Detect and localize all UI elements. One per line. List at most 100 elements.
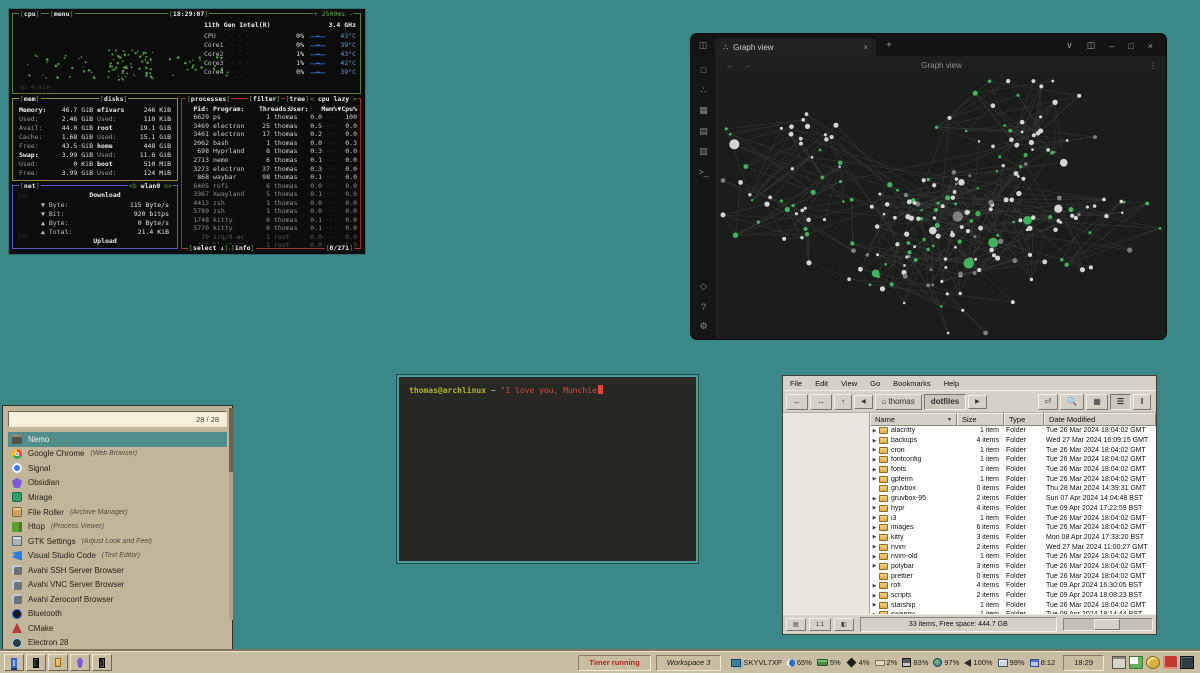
file-row[interactable]: ▶starship1 itemFolderTue 26 Mar 2024 18:… (870, 600, 1156, 610)
btop-tree-button[interactable]: tree (285, 95, 311, 103)
kitty-terminal-window[interactable]: thomas@archlinux ~ "I love you, Munchie (397, 375, 698, 563)
process-row[interactable]: 6405rofi6thomas0.0····0.0 (185, 181, 357, 190)
timer-status[interactable]: Timer running (578, 655, 650, 671)
side-pane-toggle-button[interactable]: ▤ (786, 618, 806, 631)
launcher-item-signal[interactable]: Signal (8, 461, 227, 476)
column-header-size[interactable]: Size (957, 413, 1004, 426)
clock[interactable]: 18:29 (1063, 655, 1104, 671)
file-row[interactable]: ▶cron1 itemFolderTue 26 Mar 2024 18:04:0… (870, 445, 1156, 455)
minimize-icon[interactable]: – (1109, 41, 1114, 51)
right-sidebar-toggle-icon[interactable]: ◫ (1087, 40, 1096, 51)
launcher-scrollbar[interactable] (229, 408, 233, 620)
quicklaunch-obsidian-button[interactable] (70, 654, 90, 671)
btop-interval-control[interactable]: + 2500ms - (313, 10, 354, 18)
btop-filter-button[interactable]: filter (248, 95, 281, 103)
path-home-button[interactable]: ⌂thomas (875, 394, 922, 410)
process-row[interactable]: 2062bash1thomas0.0····0.3 (185, 139, 357, 148)
quicklaunch-kitty-button[interactable] (92, 654, 112, 671)
settings-icon[interactable]: ⚙ (699, 321, 707, 332)
quicklaunch-computer-button[interactable] (4, 654, 24, 671)
indicator-computer[interactable]: 99% (998, 658, 1025, 667)
path-scroll-left-button[interactable]: ◀ (854, 395, 873, 409)
file-row[interactable]: ▶alacritty1 itemFolderTue 26 Mar 2024 18… (870, 426, 1156, 436)
btop-mem-tab[interactable]: mem (19, 95, 41, 103)
indicator-memory[interactable]: 2% (875, 658, 898, 667)
file-row[interactable]: ▶gpferm1 itemFolderTue 26 Mar 2024 18:04… (870, 474, 1156, 484)
launcher-item-avahi-ssh-server-browser[interactable]: Avahi SSH Server Browser (8, 563, 227, 578)
btop-net-tab[interactable]: net (19, 182, 41, 190)
file-row[interactable]: prettier0 itemsFolderTue 26 Mar 2024 18:… (870, 571, 1156, 581)
file-row[interactable]: ▶hypr4 itemsFolderTue 09 Apr 2024 17:22:… (870, 504, 1156, 514)
indicator-battery[interactable]: 5% (817, 658, 841, 667)
help-icon[interactable]: ? (701, 302, 706, 312)
close-icon[interactable]: × (1148, 41, 1153, 51)
tray-display-icon[interactable] (1180, 656, 1194, 669)
process-row[interactable]: 3469electron25thomas0.5····0.0 (185, 122, 357, 131)
column-header-type[interactable]: Type (1004, 413, 1044, 426)
file-row[interactable]: ▶nvim-old1 itemFolderTue 26 Mar 2024 18:… (870, 552, 1156, 562)
dual-pane-button[interactable]: ‖ (1133, 394, 1151, 410)
launcher-item-google-chrome[interactable]: Google Chrome(Web Browser) (8, 447, 227, 462)
terminal-icon[interactable]: >_ (698, 167, 708, 177)
launcher-item-cmake[interactable]: CMake (8, 621, 227, 636)
command-icon[interactable]: ◇ (700, 281, 707, 292)
indicator-cpu[interactable]: 4% (846, 658, 870, 667)
btop-select-button[interactable]: select ↓ (188, 244, 229, 252)
process-row[interactable]: 868waybar98thomas0.1····0.0 (185, 173, 357, 182)
tray-keys-icon[interactable] (1146, 656, 1160, 669)
file-row[interactable]: ▶scripts2 itemsFolderTue 09 Apr 2024 18:… (870, 591, 1156, 601)
btop-processes-tab[interactable]: processes (186, 95, 231, 103)
back-button[interactable]: ← (786, 394, 808, 410)
new-tab-icon[interactable]: + (886, 40, 892, 51)
process-row[interactable]: 5780zsh1thomas0.0····0.0 (185, 207, 357, 216)
net-interface-selector[interactable]: <b wlan0 n> (128, 182, 173, 190)
menu-help[interactable]: Help (944, 379, 959, 388)
indicator-network[interactable]: SKYVL7XP (731, 658, 781, 667)
process-row[interactable]: 2713nemo6thomas0.1····0.0 (185, 156, 357, 165)
forward-icon[interactable]: → (743, 61, 751, 70)
process-row[interactable]: 3461electron17thomas0.2····0.0 (185, 130, 357, 139)
file-row[interactable]: ▶images6 itemsFolderTue 26 Mar 2024 18:0… (870, 523, 1156, 533)
column-header-name[interactable]: Name▼ (870, 413, 957, 426)
more-options-icon[interactable]: ⋮ (1149, 61, 1157, 70)
left-sidebar-toggle-icon[interactable]: ◫ (691, 40, 715, 56)
up-button[interactable]: ↑ (834, 394, 852, 410)
files-icon[interactable]: □ (701, 65, 706, 75)
file-row[interactable]: ▶fontconfig1 itemFolderTue 26 Mar 2024 1… (870, 455, 1156, 465)
file-row[interactable]: ▶kitty3 itemsFolderMon 08 Apr 2024 17:33… (870, 533, 1156, 543)
forward-button[interactable]: → (810, 394, 832, 410)
btop-disks-tab[interactable]: disks (99, 95, 128, 103)
launcher-item-file-roller[interactable]: File Roller(Archive Manager) (8, 505, 227, 520)
quicklaunch-terminal-button[interactable] (26, 654, 46, 671)
process-row[interactable]: 3273electron37thomas0.3····0.0 (185, 164, 357, 173)
tray-clipboard-icon[interactable] (1112, 656, 1126, 669)
launcher-scrollbar-thumb[interactable] (229, 408, 233, 472)
tray-notes-icon[interactable] (1129, 656, 1143, 669)
launcher-item-obsidian[interactable]: Obsidian (8, 476, 227, 491)
launcher-item-bluetooth[interactable]: Bluetooth (8, 607, 227, 622)
btop-menu-button[interactable]: menu (49, 10, 75, 18)
scrollbar-thumb[interactable] (1094, 619, 1120, 630)
btop-cpu-tab[interactable]: cpu (19, 10, 41, 18)
file-row[interactable]: ▶fonts1 itemFolderTue 26 Mar 2024 18:04:… (870, 465, 1156, 475)
process-row[interactable]: 3367Xwayland5thomas0.1····0.0 (185, 190, 357, 199)
indicator-volume[interactable]: 100% (964, 658, 992, 667)
back-icon[interactable]: ← (726, 61, 734, 70)
launcher-item-mirage[interactable]: Mirage (8, 490, 227, 505)
file-row[interactable]: ▶polybar3 itemsFolderTue 26 Mar 2024 18:… (870, 562, 1156, 572)
launcher-item-avahi-vnc-server-browser[interactable]: Avahi VNC Server Browser (8, 577, 227, 592)
tray-update-icon[interactable] (1163, 656, 1177, 669)
btop-info-button[interactable]: info (230, 244, 256, 252)
file-row[interactable]: ▶i31 itemFolderTue 26 Mar 2024 18:04:02 … (870, 513, 1156, 523)
path-current-button[interactable]: dotfiles (924, 394, 966, 410)
launcher-item-nemo[interactable]: Nemo (8, 432, 227, 447)
tab-graph-view[interactable]: ∴ Graph view × (715, 38, 876, 56)
graph-canvas[interactable] (717, 75, 1166, 339)
indicator-calendar[interactable]: 8:12 (1030, 658, 1056, 667)
process-row[interactable]: 1748kitty6thomas0.1····0.0 (185, 216, 357, 225)
launcher-item-visual-studio-code[interactable]: Visual Studio Code(Text Editor) (8, 548, 227, 563)
indicator-bluetooth[interactable]: 65% (787, 658, 812, 667)
size-toggle-button[interactable]: 1:1 (809, 618, 831, 631)
launcher-item-htop[interactable]: Htop(Process Viewer) (8, 519, 227, 534)
new-tab-button[interactable]: ⏎ (1038, 394, 1059, 410)
